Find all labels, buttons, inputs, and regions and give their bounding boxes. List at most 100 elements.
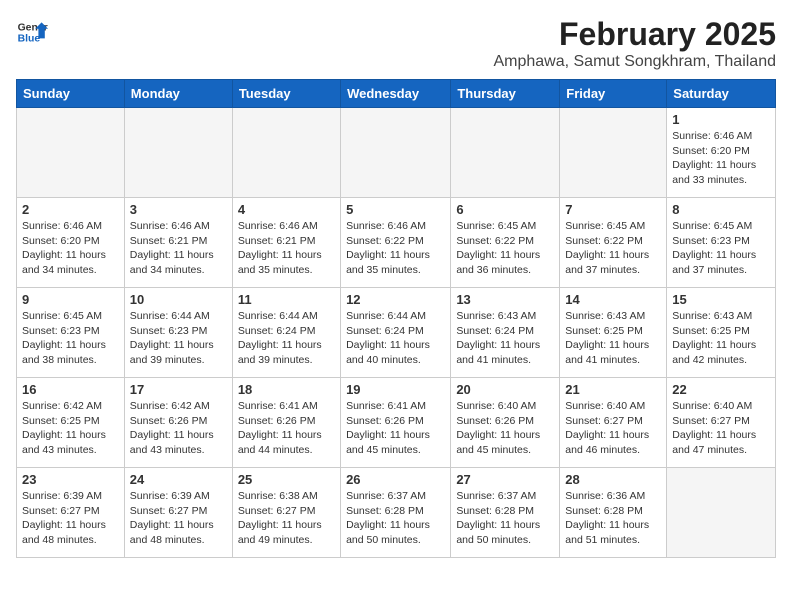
day-number: 24 (130, 472, 227, 487)
calendar-cell-w5-d3: 25 Sunrise: 6:38 AM Sunset: 6:27 PM Dayli… (232, 468, 340, 558)
header-thursday: Thursday (451, 80, 560, 108)
day-number: 10 (130, 292, 227, 307)
day-info: Sunrise: 6:46 AM Sunset: 6:21 PM Dayligh… (238, 219, 335, 278)
day-number: 20 (456, 382, 554, 397)
day-info: Sunrise: 6:43 AM Sunset: 6:24 PM Dayligh… (456, 309, 554, 368)
day-number: 14 (565, 292, 661, 307)
logo: General Blue (16, 16, 48, 48)
day-number: 1 (672, 112, 770, 127)
calendar-cell-w2-d5: 6 Sunrise: 6:45 AM Sunset: 6:22 PM Daylig… (451, 198, 560, 288)
day-info: Sunrise: 6:45 AM Sunset: 6:22 PM Dayligh… (456, 219, 554, 278)
calendar-cell-w4-d1: 16Sunrise: 6:42 AM Sunset: 6:25 PM Dayli… (17, 378, 125, 468)
calendar-table: Sunday Monday Tuesday Wednesday Thursday… (16, 79, 776, 558)
day-info: Sunrise: 6:44 AM Sunset: 6:23 PM Dayligh… (130, 309, 227, 368)
day-number: 18 (238, 382, 335, 397)
calendar-cell-w4-d2: 17 Sunrise: 6:42 AM Sunset: 6:26 PM Dayli… (124, 378, 232, 468)
calendar-cell-w5-d2: 24 Sunrise: 6:39 AM Sunset: 6:27 PM Dayli… (124, 468, 232, 558)
header-saturday: Saturday (667, 80, 776, 108)
day-info: Sunrise: 6:42 AM Sunset: 6:26 PM Dayligh… (130, 399, 227, 458)
title-section: February 2025 Amphawa, Samut Songkhram, … (493, 16, 776, 71)
calendar-cell-w2-d2: 3 Sunrise: 6:46 AM Sunset: 6:21 PM Daylig… (124, 198, 232, 288)
header-friday: Friday (560, 80, 667, 108)
calendar-cell-w5-d5: 27 Sunrise: 6:37 AM Sunset: 6:28 PM Dayli… (451, 468, 560, 558)
day-info: Sunrise: 6:44 AM Sunset: 6:24 PM Dayligh… (238, 309, 335, 368)
calendar-cell-w3-d6: 14 Sunrise: 6:43 AM Sunset: 6:25 PM Dayli… (560, 288, 667, 378)
day-info: Sunrise: 6:37 AM Sunset: 6:28 PM Dayligh… (346, 489, 445, 548)
day-info: Sunrise: 6:43 AM Sunset: 6:25 PM Dayligh… (672, 309, 770, 368)
header-tuesday: Tuesday (232, 80, 340, 108)
calendar-cell-w4-d6: 21 Sunrise: 6:40 AM Sunset: 6:27 PM Dayli… (560, 378, 667, 468)
page-header: General Blue February 2025 Amphawa, Samu… (16, 16, 776, 71)
calendar-cell-w5-d1: 23 Sunrise: 6:39 AM Sunset: 6:27 PM Dayli… (17, 468, 125, 558)
calendar-cell-w4-d3: 18Sunrise: 6:41 AM Sunset: 6:26 PM Dayli… (232, 378, 340, 468)
day-number: 26 (346, 472, 445, 487)
calendar-cell-w1-d3 (232, 108, 340, 198)
calendar-cell-w4-d7: 22 Sunrise: 6:40 AM Sunset: 6:27 PM Dayli… (667, 378, 776, 468)
header-wednesday: Wednesday (341, 80, 451, 108)
day-number: 3 (130, 202, 227, 217)
calendar-cell-w5-d7 (667, 468, 776, 558)
day-info: Sunrise: 6:46 AM Sunset: 6:21 PM Dayligh… (130, 219, 227, 278)
subtitle: Amphawa, Samut Songkhram, Thailand (493, 53, 776, 71)
calendar-cell-w5-d6: 28 Sunrise: 6:36 AM Sunset: 6:28 PM Dayli… (560, 468, 667, 558)
day-number: 5 (346, 202, 445, 217)
calendar-cell-w3-d5: 13 Sunrise: 6:43 AM Sunset: 6:24 PM Dayli… (451, 288, 560, 378)
day-info: Sunrise: 6:46 AM Sunset: 6:20 PM Dayligh… (22, 219, 119, 278)
day-number: 22 (672, 382, 770, 397)
calendar-cell-w1-d4 (341, 108, 451, 198)
calendar-cell-w3-d7: 15 Sunrise: 6:43 AM Sunset: 6:25 PM Dayli… (667, 288, 776, 378)
day-number: 2 (22, 202, 119, 217)
calendar-cell-w2-d4: 5 Sunrise: 6:46 AM Sunset: 6:22 PM Daylig… (341, 198, 451, 288)
day-number: 12 (346, 292, 445, 307)
day-info: Sunrise: 6:40 AM Sunset: 6:26 PM Dayligh… (456, 399, 554, 458)
day-info: Sunrise: 6:43 AM Sunset: 6:25 PM Dayligh… (565, 309, 661, 368)
calendar-cell-w4-d4: 19Sunrise: 6:41 AM Sunset: 6:26 PM Dayli… (341, 378, 451, 468)
main-title: February 2025 (493, 16, 776, 53)
week-row-3: 9Sunrise: 6:45 AM Sunset: 6:23 PM Daylig… (17, 288, 776, 378)
day-number: 9 (22, 292, 119, 307)
week-row-2: 2 Sunrise: 6:46 AM Sunset: 6:20 PM Daylig… (17, 198, 776, 288)
day-number: 8 (672, 202, 770, 217)
day-info: Sunrise: 6:39 AM Sunset: 6:27 PM Dayligh… (22, 489, 119, 548)
svg-text:Blue: Blue (18, 34, 41, 45)
calendar-cell-w2-d3: 4 Sunrise: 6:46 AM Sunset: 6:21 PM Daylig… (232, 198, 340, 288)
calendar-cell-w4-d5: 20 Sunrise: 6:40 AM Sunset: 6:26 PM Dayli… (451, 378, 560, 468)
day-info: Sunrise: 6:40 AM Sunset: 6:27 PM Dayligh… (565, 399, 661, 458)
day-info: Sunrise: 6:39 AM Sunset: 6:27 PM Dayligh… (130, 489, 227, 548)
day-number: 13 (456, 292, 554, 307)
logo-icon: General Blue (16, 16, 48, 48)
calendar-cell-w3-d1: 9Sunrise: 6:45 AM Sunset: 6:23 PM Daylig… (17, 288, 125, 378)
day-info: Sunrise: 6:44 AM Sunset: 6:24 PM Dayligh… (346, 309, 445, 368)
day-info: Sunrise: 6:45 AM Sunset: 6:23 PM Dayligh… (672, 219, 770, 278)
day-number: 11 (238, 292, 335, 307)
week-row-1: 1Sunrise: 6:46 AM Sunset: 6:20 PM Daylig… (17, 108, 776, 198)
day-info: Sunrise: 6:37 AM Sunset: 6:28 PM Dayligh… (456, 489, 554, 548)
day-number: 4 (238, 202, 335, 217)
day-number: 27 (456, 472, 554, 487)
day-number: 28 (565, 472, 661, 487)
calendar-cell-w2-d1: 2 Sunrise: 6:46 AM Sunset: 6:20 PM Daylig… (17, 198, 125, 288)
calendar-cell-w1-d7: 1Sunrise: 6:46 AM Sunset: 6:20 PM Daylig… (667, 108, 776, 198)
day-number: 16 (22, 382, 119, 397)
calendar-cell-w3-d4: 12 Sunrise: 6:44 AM Sunset: 6:24 PM Dayli… (341, 288, 451, 378)
day-number: 23 (22, 472, 119, 487)
calendar-cell-w3-d3: 11 Sunrise: 6:44 AM Sunset: 6:24 PM Dayli… (232, 288, 340, 378)
day-number: 17 (130, 382, 227, 397)
day-number: 6 (456, 202, 554, 217)
day-number: 21 (565, 382, 661, 397)
day-number: 15 (672, 292, 770, 307)
calendar-header-row: Sunday Monday Tuesday Wednesday Thursday… (17, 80, 776, 108)
day-info: Sunrise: 6:45 AM Sunset: 6:22 PM Dayligh… (565, 219, 661, 278)
day-info: Sunrise: 6:40 AM Sunset: 6:27 PM Dayligh… (672, 399, 770, 458)
calendar-cell-w2-d7: 8 Sunrise: 6:45 AM Sunset: 6:23 PM Daylig… (667, 198, 776, 288)
calendar-cell-w1-d6 (560, 108, 667, 198)
day-info: Sunrise: 6:46 AM Sunset: 6:22 PM Dayligh… (346, 219, 445, 278)
day-info: Sunrise: 6:38 AM Sunset: 6:27 PM Dayligh… (238, 489, 335, 548)
day-number: 25 (238, 472, 335, 487)
calendar-cell-w5-d4: 26 Sunrise: 6:37 AM Sunset: 6:28 PM Dayli… (341, 468, 451, 558)
calendar-cell-w3-d2: 10 Sunrise: 6:44 AM Sunset: 6:23 PM Dayli… (124, 288, 232, 378)
day-info: Sunrise: 6:36 AM Sunset: 6:28 PM Dayligh… (565, 489, 661, 548)
header-sunday: Sunday (17, 80, 125, 108)
calendar-cell-w2-d6: 7Sunrise: 6:45 AM Sunset: 6:22 PM Daylig… (560, 198, 667, 288)
day-number: 19 (346, 382, 445, 397)
